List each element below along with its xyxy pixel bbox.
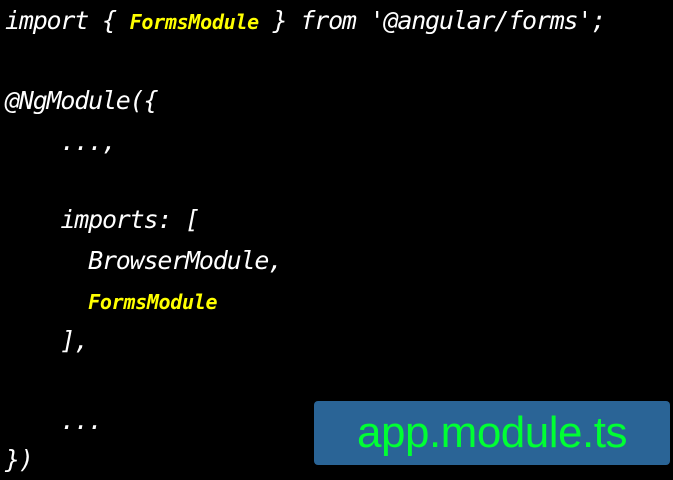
code-line-ellipsis-2: ... (5, 406, 103, 435)
code-line-browser-module: BrowserModule, (5, 246, 283, 275)
filename-badge: app.module.ts (314, 401, 670, 465)
import-suffix: } from '@angular/forms'; (258, 6, 607, 35)
code-line-forms-module: FormsModule (5, 281, 217, 321)
filename-label: app.module.ts (357, 408, 627, 457)
forms-module-indent (5, 286, 88, 315)
forms-module-highlight: FormsModule (88, 290, 218, 314)
code-line-imports-close: ], (5, 326, 89, 355)
code-line-ellipsis-1: ..., (5, 127, 117, 156)
code-line-ngmodule: @NgModule({ (5, 86, 159, 115)
import-prefix: import { (5, 6, 130, 35)
code-line-closing: }) (5, 445, 34, 474)
code-line-imports: imports: [ (5, 205, 200, 234)
code-line-import: import { FormsModule } from '@angular/fo… (5, 1, 607, 41)
forms-module-import-highlight: FormsModule (129, 10, 259, 34)
